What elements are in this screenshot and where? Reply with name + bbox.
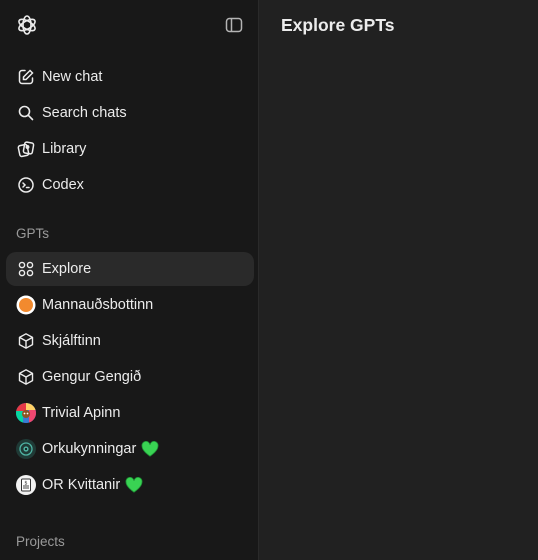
green-heart-icon <box>125 477 143 493</box>
library-button[interactable]: Library <box>6 132 254 166</box>
page-title: Explore GPTs <box>281 15 395 35</box>
library-icon <box>16 139 36 159</box>
sidebar-item-gengur-gengid[interactable]: Gengur Gengið <box>6 360 254 394</box>
sidebar-item-orkukynningar[interactable]: Orkukynningar <box>6 432 254 466</box>
codex-label: Codex <box>42 177 84 193</box>
sidebar-toggle-icon[interactable] <box>224 15 244 35</box>
colorful-avatar <box>16 403 36 423</box>
gengur-gengid-label: Gengur Gengið <box>42 369 142 385</box>
openai-logo-icon[interactable] <box>15 13 39 37</box>
terminal-icon <box>16 175 36 195</box>
skjalftinn-label: Skjálftinn <box>42 333 101 349</box>
grid-dots-icon <box>16 259 36 279</box>
pencil-square-icon <box>16 67 36 87</box>
orange-dot-avatar <box>16 295 36 315</box>
codex-button[interactable]: Codex <box>6 168 254 202</box>
sidebar-item-skjalftinn[interactable]: Skjálftinn <box>6 324 254 358</box>
svg-text:$: $ <box>24 480 27 486</box>
sidebar-header <box>0 0 259 50</box>
search-chats-button[interactable]: Search chats <box>6 96 254 130</box>
sidebar-item-mannaudsbottinn[interactable]: Mannauðsbottinn <box>6 288 254 322</box>
receipt-avatar: $ <box>16 475 36 495</box>
gpts-section-label: GPTs <box>16 226 50 241</box>
sidebar-item-or-kvittanir[interactable]: $ OR Kvittanir <box>6 468 254 502</box>
new-chat-button[interactable]: New chat <box>6 60 254 94</box>
new-chat-label: New chat <box>42 69 103 85</box>
sidebar: New chat Search chats Library Codex GPTs… <box>0 0 259 560</box>
explore-label: Explore <box>42 261 92 277</box>
cube-icon <box>16 367 36 387</box>
mannaudsbottinn-label: Mannauðsbottinn <box>42 297 154 313</box>
library-label: Library <box>42 141 87 157</box>
or-kvittanir-label: OR Kvittanir <box>42 477 121 493</box>
sidebar-item-explore[interactable]: Explore <box>6 252 254 286</box>
trivial-apinn-label: Trivial Apinn <box>42 405 121 421</box>
green-heart-icon <box>141 441 159 457</box>
search-chats-label: Search chats <box>42 105 127 121</box>
eye-avatar <box>16 439 36 459</box>
sidebar-item-trivial-apinn[interactable]: Trivial Apinn <box>6 396 254 430</box>
search-icon <box>16 103 36 123</box>
projects-section-label: Projects <box>16 534 65 549</box>
orkukynningar-label: Orkukynningar <box>42 441 137 457</box>
cube-icon <box>16 331 36 351</box>
